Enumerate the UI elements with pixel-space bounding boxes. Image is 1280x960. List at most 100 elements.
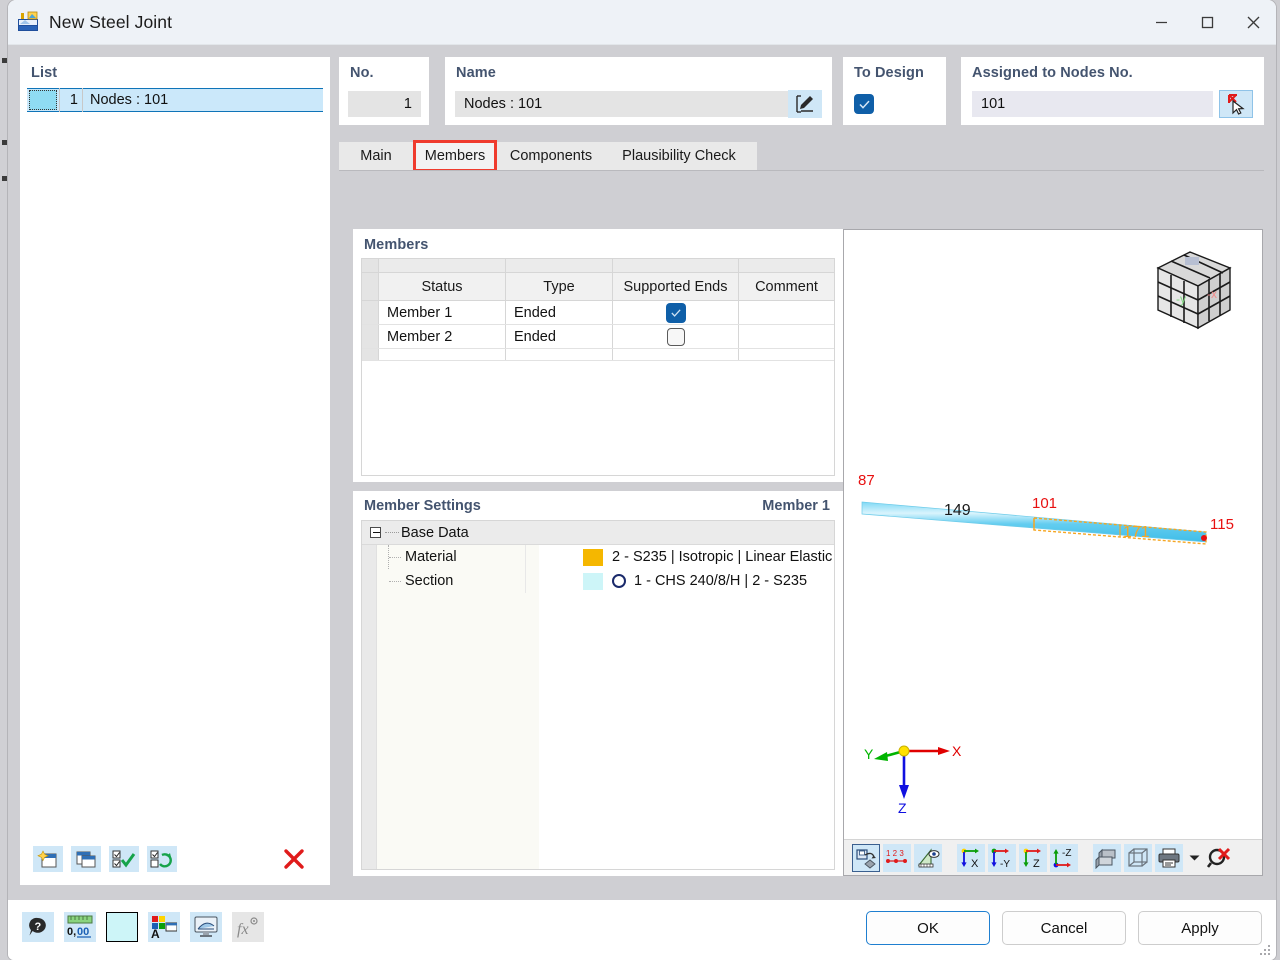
table-row-empty: [362, 349, 834, 361]
delete-item-button[interactable]: [279, 846, 309, 872]
supported-ends-checkbox[interactable]: [665, 302, 686, 323]
members-table: Status Type Supported Ends Comment Membe…: [361, 258, 835, 476]
node-marker: [1201, 535, 1207, 541]
visual-settings-icon[interactable]: [190, 912, 222, 942]
list-rows: 1 Nodes : 101: [27, 88, 323, 838]
tree-row-material[interactable]: Material 2 - S235 | Isotropic | Linear E…: [362, 545, 834, 569]
members-table-group: Members Status Type Supported Ends Comme…: [353, 229, 843, 482]
axis-triad: X Y Z: [864, 743, 962, 816]
title-bar: New Steel Joint: [8, 0, 1276, 45]
units-0-00-icon[interactable]: 0, 00: [64, 912, 96, 942]
navigation-cube[interactable]: -y -x: [1144, 240, 1244, 340]
svg-text:A: A: [151, 927, 160, 939]
copy-item-button[interactable]: [71, 846, 101, 872]
row-selector[interactable]: [362, 325, 379, 348]
cell-supported-ends[interactable]: [613, 325, 739, 348]
apply-button[interactable]: Apply: [1138, 911, 1262, 945]
close-button[interactable]: [1230, 0, 1276, 45]
svg-text:00: 00: [77, 926, 89, 938]
list-item-label: Nodes : 101: [90, 92, 169, 108]
new-item-button[interactable]: [33, 846, 63, 872]
to-design-label: To Design: [854, 65, 924, 81]
row-selector[interactable]: [362, 301, 379, 324]
tree-group-label: Base Data: [401, 524, 469, 541]
invert-selection-button[interactable]: [147, 846, 177, 872]
number-field-group: No. 1: [339, 57, 429, 125]
render-wireframe-button[interactable]: [1124, 843, 1152, 872]
column-header-status: Status: [379, 273, 506, 300]
resize-grip[interactable]: [1260, 945, 1272, 957]
members-filter-row: [362, 259, 834, 273]
select-all-button[interactable]: [109, 846, 139, 872]
dialog-window: New Steel Joint List 1 Nodes: 101 No. 1…: [8, 0, 1276, 960]
column-header-type: Type: [506, 273, 613, 300]
viewport-canvas[interactable]: -y -x 87 149 101 171 115 X Y Z: [844, 230, 1262, 839]
tree-row-label: Material: [405, 549, 457, 565]
cell-comment: [739, 301, 834, 324]
view-in-minus-y-button[interactable]: -Y: [988, 843, 1016, 872]
steel-joint-icon: [17, 11, 39, 33]
help-bubble-icon[interactable]: ?: [22, 912, 54, 942]
supported-ends-checkbox[interactable]: [666, 327, 685, 346]
tab-plausibility-check[interactable]: Plausibility Check: [605, 142, 753, 170]
to-design-checkbox[interactable]: [854, 94, 874, 114]
tab-members[interactable]: Members: [413, 142, 497, 170]
cube-face-label-right: -x: [1207, 287, 1217, 301]
maximize-button[interactable]: [1184, 0, 1230, 45]
tree-gutter: [362, 545, 377, 869]
collapse-icon[interactable]: [370, 527, 381, 538]
magnifier-red-x-icon[interactable]: [1205, 844, 1233, 872]
cancel-button[interactable]: Cancel: [1002, 911, 1126, 945]
view-in-z-button[interactable]: Z: [1019, 843, 1047, 872]
tree-name-column: [377, 545, 539, 869]
svg-text:-Z: -Z: [1062, 848, 1071, 859]
table-row[interactable]: Member 1 Ended: [362, 301, 834, 325]
member-label-171: 171: [1123, 524, 1150, 541]
cell-comment: [739, 325, 834, 348]
section-color-swatch: [583, 572, 603, 590]
pick-cursor-icon[interactable]: [1219, 90, 1253, 118]
cell-supported-ends[interactable]: [613, 301, 739, 324]
table-row[interactable]: Member 2 Ended: [362, 325, 834, 349]
render-solid-button[interactable]: [1093, 843, 1121, 872]
axis-label-z: Z: [898, 800, 907, 816]
tab-components[interactable]: Components: [499, 142, 603, 170]
footer-buttons: OK Cancel Apply: [866, 911, 1262, 945]
list-item[interactable]: 1 Nodes : 101: [27, 88, 323, 112]
members-table-title: Members: [364, 237, 429, 253]
view-in-minus-z-button[interactable]: -Z: [1050, 843, 1078, 872]
list-item-number: 1: [69, 92, 78, 108]
ok-button[interactable]: OK: [866, 911, 990, 945]
name-input[interactable]: Nodes : 101: [455, 91, 795, 117]
assigned-nodes-group: Assigned to Nodes No. 101: [961, 57, 1264, 125]
numbering-123-icon[interactable]: 1 2 3: [883, 843, 911, 872]
display-properties-icon[interactable]: A: [148, 912, 180, 942]
member-settings-group: Member Settings Member 1 Base Data Mater…: [353, 491, 843, 876]
svg-text:fx: fx: [237, 921, 249, 938]
svg-text:Z: Z: [1033, 858, 1040, 869]
column-header-comment: Comment: [755, 278, 818, 295]
chevron-down-icon[interactable]: [1186, 844, 1202, 872]
tab-main[interactable]: Main: [347, 142, 405, 170]
list-item-color-swatch[interactable]: [29, 90, 57, 110]
member-label-149: 149: [944, 502, 971, 519]
tree-row-section[interactable]: Section 1 - CHS 240/8/H | 2 - S235: [362, 569, 834, 593]
tree-row-value: 1 - CHS 240/8/H | 2 - S235: [634, 573, 808, 589]
view-in-x-button[interactable]: X: [957, 843, 985, 872]
rotate-view-button[interactable]: [852, 843, 880, 872]
window-title: New Steel Joint: [49, 11, 173, 32]
svg-text:1 2 3: 1 2 3: [886, 849, 904, 858]
svg-text:X: X: [971, 858, 979, 869]
printer-icon[interactable]: [1155, 843, 1183, 872]
assigned-nodes-input[interactable]: 101: [972, 91, 1213, 117]
edit-pencil-icon[interactable]: [788, 90, 822, 118]
member-settings-title: Member Settings: [364, 498, 481, 514]
tree-group-base-data[interactable]: Base Data: [362, 521, 834, 545]
measure-eye-icon[interactable]: [914, 843, 942, 872]
assigned-nodes-label: Assigned to Nodes No.: [972, 65, 1133, 81]
tab-members-label: Members: [424, 148, 486, 164]
number-input[interactable]: 1: [348, 91, 421, 117]
color-swatch-icon[interactable]: [106, 912, 138, 942]
minimize-button[interactable]: [1138, 0, 1184, 45]
tab-main-label: Main: [360, 148, 392, 164]
